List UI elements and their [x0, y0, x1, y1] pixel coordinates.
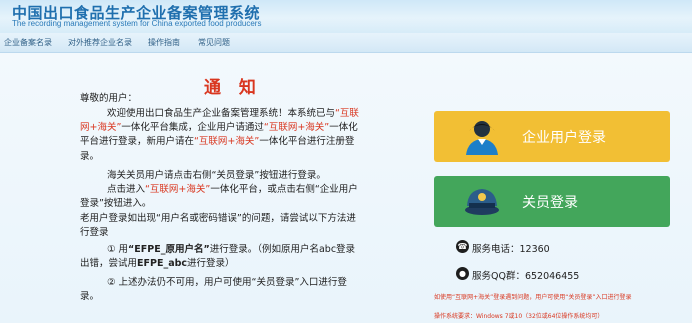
enterprise-login-button[interactable]: 企业用户登录: [434, 111, 670, 162]
notice-paragraph-intro: 欢迎使用出口食品生产企业备案管理系统！本系统已与“互联网+海关”一体化平台集成，…: [80, 107, 362, 164]
service-qq: ● 服务QQ群：652046455: [456, 267, 580, 282]
method-1-efpe-example: EFPE_abc: [137, 258, 188, 270]
intro-text-2: 一体化平台集成，企业用户请通过: [121, 122, 264, 134]
internet-customs-link-4[interactable]: “互联网+海关”: [145, 184, 210, 195]
notice-paragraph-method-2: ② 上述办法仍不可用，用户可使用“关员登录”入口进行登录。: [80, 277, 347, 303]
nav-item-recommended-directory[interactable]: 对外推荐企业名录: [68, 37, 132, 48]
nav-item-faq[interactable]: 常见问题: [198, 37, 230, 48]
nav-item-operation-guide[interactable]: 操作指南: [148, 37, 180, 48]
service-qq-text: 服务QQ群：652046455: [472, 271, 580, 282]
top-nav: 企业备案名录 对外推荐企业名录 操作指南 常见问题: [0, 33, 692, 53]
user-avatar-icon: [462, 119, 502, 155]
app-subtitle: The recording management system for Chin…: [12, 19, 262, 28]
phone-icon: ☎: [456, 240, 469, 253]
service-phone-text: 服务电话：12360: [472, 244, 550, 255]
customs-login-label: 关员登录: [522, 195, 578, 211]
enter-text-1: 点击进入: [107, 184, 146, 195]
intro-text-1: 欢迎使用出口食品生产企业备案管理系统！本系统已与: [107, 108, 336, 119]
footnote-os-requirement: 操作系统要求：Windows 7或10（32位或64位操作系统均可）: [434, 313, 604, 320]
internet-customs-link-3[interactable]: “互联网+海关”: [194, 136, 259, 147]
enterprise-login-label: 企业用户登录: [522, 130, 606, 146]
app-header: 中国出口食品生产企业备案管理系统 The recording managemen…: [0, 0, 692, 33]
notice-greeting: 尊敬的用户：: [80, 93, 138, 104]
notice-paragraph-customs: 海关关员用户请点击右侧“关员登录”按钮进行登录。: [107, 170, 326, 181]
customs-login-button[interactable]: 关员登录: [434, 176, 670, 227]
notice-paragraph-old-users: 老用户登录如出现“用户名或密码错误”的问题，请尝试以下方法进行登录: [80, 213, 356, 239]
footnote-login-help: 如使用“互联网+海关”登录遇到问题，用户可使用“关员登录”入口进行登录: [434, 294, 632, 301]
method-1-efpe-username: “EFPE_原用户名”: [128, 244, 210, 255]
service-phone: ☎ 服务电话：12360: [456, 240, 550, 255]
notice-paragraph-enter: 点击进入“互联网+海关”一体化平台，或点击右侧“企业用户登录”按钮进入。: [80, 183, 362, 211]
qq-penguin-icon: ●: [456, 267, 469, 280]
method-1-text-3: 进行登录）: [187, 258, 235, 270]
nav-item-enterprise-directory[interactable]: 企业备案名录: [4, 37, 52, 48]
method-1-text-1: ① 用: [107, 244, 129, 255]
internet-customs-link-2[interactable]: “互联网+海关”: [264, 122, 329, 133]
notice-paragraph-method-1: ① 用“EFPE_原用户名”进行登录。（例如原用户名abc登录出错，尝试用EFP…: [80, 243, 362, 271]
customs-officer-cap-icon: [462, 184, 502, 220]
